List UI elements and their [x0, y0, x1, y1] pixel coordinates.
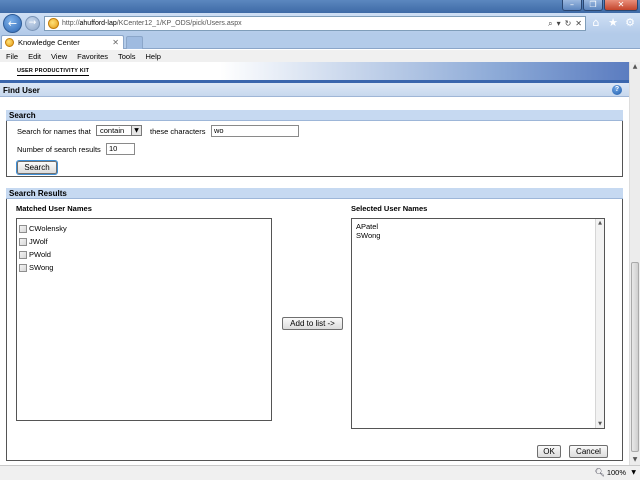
selected-users-title: Selected User Names [351, 204, 428, 213]
tab-favicon-icon [5, 38, 14, 47]
address-bar[interactable]: http://ahufford-lap/KCenter12_1/KP_ODS/p… [44, 16, 586, 31]
search-button[interactable]: Search [16, 160, 58, 175]
scrollbar-thumb[interactable] [631, 262, 639, 452]
status-bar: 🔍︎ 100% ▼ [0, 465, 640, 480]
list-item[interactable]: SWong [356, 231, 600, 240]
results-section: Matched User Names CWolensky JWolf PWold… [6, 199, 623, 461]
stop-icon[interactable]: ✕ [575, 19, 582, 28]
menu-favorites[interactable]: Favorites [77, 52, 108, 61]
matched-users-list[interactable]: CWolensky JWolf PWold SWong [16, 218, 272, 421]
user-name: CWolensky [29, 224, 67, 233]
list-item[interactable]: SWong [19, 261, 269, 274]
address-tools: ⌕ ▾ ↻ ✕ [544, 19, 585, 29]
menu-tools[interactable]: Tools [118, 52, 136, 61]
home-icon[interactable]: ⌂ [589, 16, 603, 30]
match-mode-select[interactable]: contain ▼ [96, 125, 142, 136]
result-count-label: Number of search results [17, 145, 101, 154]
browser-toolbar-icons: ⌂ ★ ⚙ [586, 16, 637, 30]
scroll-down-icon[interactable]: ▼ [596, 420, 604, 428]
forward-arrow-icon: → [28, 18, 37, 28]
match-mode-value: contain [100, 126, 125, 135]
user-name: JWolf [29, 237, 48, 246]
list-scrollbar[interactable]: ▲ ▼ [595, 219, 604, 428]
close-tab-icon[interactable]: ✕ [112, 38, 119, 47]
refresh-icon[interactable]: ↻ [565, 19, 572, 28]
scroll-down-icon[interactable]: ▼ [630, 455, 640, 465]
window-titlebar: – ❐ ✕ [0, 0, 640, 13]
characters-label: these characters [150, 127, 206, 136]
tools-gear-icon[interactable]: ⚙ [623, 16, 637, 30]
menu-edit[interactable]: Edit [28, 52, 41, 61]
upk-header: USER PRODUCTIVITY KIT [0, 62, 629, 80]
list-item[interactable]: CWolensky [19, 222, 269, 235]
user-name: SWong [29, 263, 54, 272]
dropdown-icon[interactable]: ▾ [557, 19, 561, 28]
back-button[interactable]: ← [3, 14, 22, 33]
help-icon[interactable]: ? [612, 85, 622, 95]
user-checkbox[interactable] [19, 237, 27, 246]
menu-bar: File Edit View Favorites Tools Help [0, 50, 640, 62]
favorites-star-icon[interactable]: ★ [606, 16, 620, 30]
search-section-header: Search [6, 110, 623, 121]
url-host: ahufford-lap [79, 20, 117, 27]
list-item[interactable]: APatel [356, 222, 600, 231]
characters-input[interactable]: wo [211, 125, 299, 137]
forward-button[interactable]: → [25, 16, 40, 31]
user-name: PWold [29, 250, 51, 259]
menu-view[interactable]: View [51, 52, 67, 61]
tab-strip: Knowledge Center ✕ [0, 34, 640, 49]
menu-help[interactable]: Help [146, 52, 161, 61]
search-section-title: Search [9, 111, 36, 120]
result-count-input[interactable]: 10 [106, 143, 135, 155]
chevron-down-icon[interactable]: ▼ [131, 126, 141, 135]
search-section: Search for names that contain ▼ these ch… [6, 121, 623, 177]
selected-users-list[interactable]: APatel SWong ▲ ▼ [351, 218, 605, 429]
list-item[interactable]: PWold [19, 248, 269, 261]
site-favicon-icon [48, 18, 59, 29]
user-checkbox[interactable] [19, 224, 27, 233]
ok-button[interactable]: OK [537, 445, 561, 458]
search-for-label: Search for names that [17, 127, 91, 136]
scroll-up-icon[interactable]: ▲ [596, 219, 604, 227]
matched-users-title: Matched User Names [16, 204, 92, 213]
url-path: /KCenter12_1/KP_ODS/pick/Users.aspx [116, 20, 242, 27]
page-content: USER PRODUCTIVITY KIT Find User ? Search… [0, 62, 629, 465]
zoom-dropdown-icon[interactable]: ▼ [631, 469, 636, 476]
url-prefix: http:// [62, 20, 80, 27]
scroll-up-icon[interactable]: ▲ [630, 62, 640, 72]
results-section-title: Search Results [9, 189, 67, 198]
page-title: Find User [3, 86, 40, 95]
cancel-button[interactable]: Cancel [569, 445, 608, 458]
tab-knowledge-center[interactable]: Knowledge Center ✕ [1, 35, 124, 49]
page-scrollbar[interactable]: ▲ ▼ [629, 62, 640, 465]
close-window-button[interactable]: ✕ [604, 0, 638, 11]
new-tab-button[interactable] [126, 36, 143, 49]
restore-button[interactable]: ❐ [583, 0, 603, 11]
window-controls: – ❐ ✕ [561, 0, 638, 11]
back-arrow-icon: ← [7, 17, 18, 30]
results-section-header: Search Results [6, 188, 623, 199]
tab-title: Knowledge Center [18, 38, 80, 47]
minimize-button[interactable]: – [562, 0, 582, 11]
user-checkbox[interactable] [19, 250, 27, 259]
brand-label: USER PRODUCTIVITY KIT [17, 68, 90, 76]
list-item[interactable]: JWolf [19, 235, 269, 248]
navigation-bar: ← → http://ahufford-lap/KCenter12_1/KP_O… [0, 13, 640, 34]
url-text[interactable]: http://ahufford-lap/KCenter12_1/KP_ODS/p… [62, 20, 242, 27]
page-title-bar: Find User ? [0, 83, 629, 97]
user-checkbox[interactable] [19, 263, 27, 272]
search-icon[interactable]: ⌕ [548, 19, 552, 29]
zoom-level: 100% [606, 468, 626, 477]
menu-file[interactable]: File [6, 52, 18, 61]
add-to-list-button[interactable]: Add to list -> [282, 317, 343, 330]
zoom-control[interactable]: 🔍︎ 100% [595, 468, 626, 477]
zoom-magnifier-icon: 🔍︎ [594, 468, 605, 477]
